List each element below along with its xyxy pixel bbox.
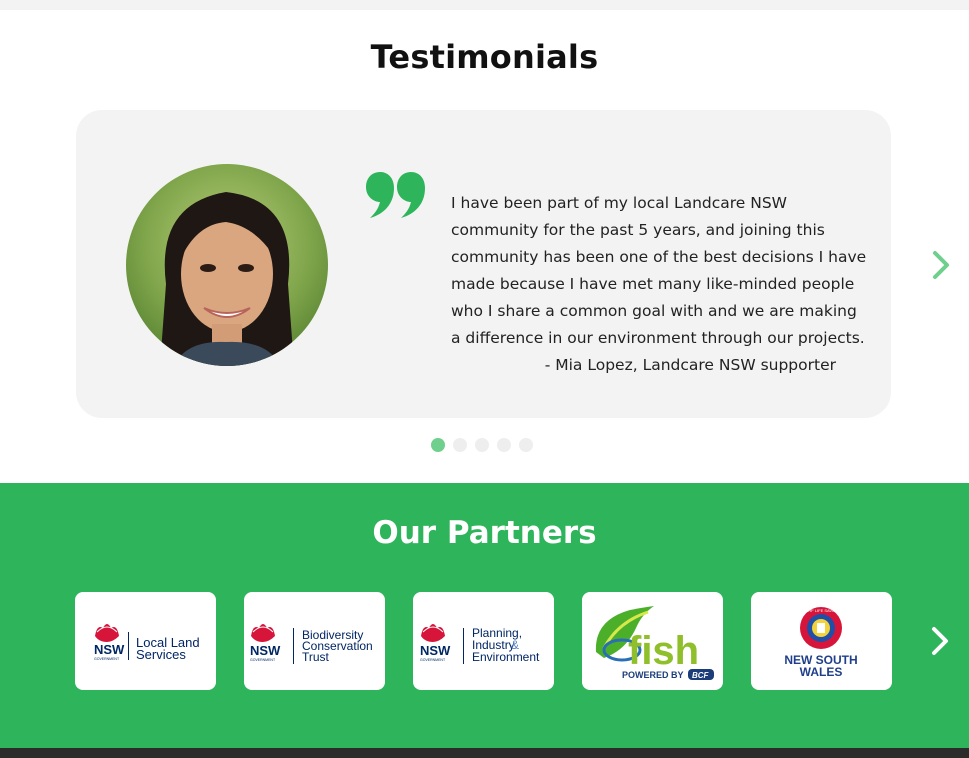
waratah-icon <box>421 624 445 642</box>
svg-text:NSW: NSW <box>250 643 281 658</box>
svg-text:WALES: WALES <box>800 665 843 679</box>
svg-text:GOVERNMENT: GOVERNMENT <box>420 658 446 662</box>
partners-next-arrow-icon[interactable] <box>926 623 954 659</box>
testimonial-avatar <box>126 164 328 366</box>
surf-life-saving-emblem-icon <box>800 607 842 649</box>
partner-logo-ofish[interactable]: fish POWERED BY BCF <box>582 592 723 690</box>
partners-section: Our Partners NSW GOVERNMENT Local Land S… <box>0 483 969 748</box>
svg-text:NSW: NSW <box>94 642 125 657</box>
svg-text:fish: fish <box>628 629 699 673</box>
partners-heading: Our Partners <box>372 515 597 551</box>
partner-logo-planning-industry-environment[interactable]: NSW GOVERNMENT Planning, Industry & Envi… <box>413 592 554 690</box>
pagination-dot-1[interactable] <box>431 438 445 452</box>
svg-text:Trust: Trust <box>302 650 330 664</box>
quote-icon <box>366 172 425 218</box>
top-strip <box>0 0 969 10</box>
svg-text:BCF: BCF <box>692 671 710 680</box>
svg-text:Services: Services <box>136 647 186 662</box>
waratah-icon <box>95 624 119 642</box>
pagination-dot-4[interactable] <box>497 438 511 452</box>
pagination-dot-5[interactable] <box>519 438 533 452</box>
testimonial-author: - Mia Lopez, Landcare NSW supporter <box>544 356 836 374</box>
svg-text:Environment: Environment <box>472 650 540 664</box>
partner-logo-surf-life-saving-nsw[interactable]: SURF LIFE SAVING NEW SOUTH WALES <box>751 592 892 690</box>
footer-strip <box>0 748 969 758</box>
svg-text:GOVERNMENT: GOVERNMENT <box>250 658 276 662</box>
partner-logo-local-land-services[interactable]: NSW GOVERNMENT Local Land Services <box>75 592 216 690</box>
testimonial-quote: I have been part of my local Landcare NS… <box>451 194 867 347</box>
testimonials-heading: Testimonials <box>370 38 599 76</box>
testimonial-pagination <box>431 438 533 452</box>
partner-logo-biodiversity-conservation-trust[interactable]: NSW GOVERNMENT Biodiversity Conservation… <box>244 592 385 690</box>
svg-text:SURF LIFE SAVING: SURF LIFE SAVING <box>803 608 839 613</box>
pagination-dot-3[interactable] <box>475 438 489 452</box>
pagination-dot-2[interactable] <box>453 438 467 452</box>
testimonial-card: I have been part of my local Landcare NS… <box>76 110 891 418</box>
svg-text:POWERED BY: POWERED BY <box>622 670 684 680</box>
waratah-icon <box>251 624 275 642</box>
svg-text:GOVERNMENT: GOVERNMENT <box>94 657 120 661</box>
svg-text:NSW: NSW <box>420 643 451 658</box>
testimonial-next-arrow-icon[interactable] <box>927 247 955 283</box>
